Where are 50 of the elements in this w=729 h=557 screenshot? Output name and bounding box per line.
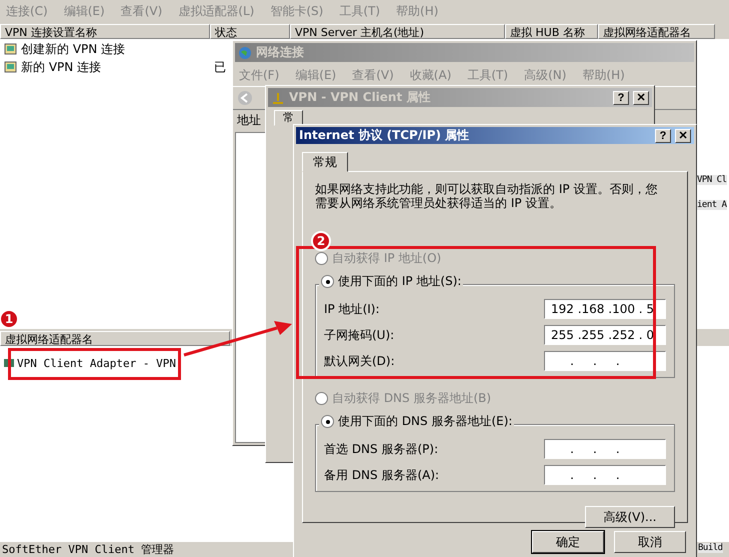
dialog-title: Internet 协议 (TCP/IP) 属性 xyxy=(299,127,470,144)
radio-button[interactable] xyxy=(315,252,328,265)
connection-name[interactable]: 新的 VPN 连接 xyxy=(21,58,102,76)
radio-button[interactable] xyxy=(321,275,334,288)
description-text: 如果网络支持此功能，则可以获取自动指派的 IP 设置。否则，您需要从网络系统管理员处获得适当的 IP 设置。 xyxy=(315,182,658,210)
dialog-title: VPN - VPN Client 属性 xyxy=(289,89,432,106)
window-title: 网络连接 xyxy=(256,44,305,61)
address-label: 地址 xyxy=(237,112,261,128)
field-label: 首选 DNS 服务器(P): xyxy=(324,440,438,458)
help-button[interactable]: ? xyxy=(613,90,629,104)
ip-address-field[interactable]: 255 .255 .252 . 0 xyxy=(544,325,666,345)
close-button[interactable]: ✕ xyxy=(675,128,691,142)
column-header[interactable]: 虚拟 HUB 名称 xyxy=(505,24,598,39)
column-header[interactable]: VPN Server 主机名(地址) xyxy=(290,24,505,39)
field-label: IP 地址(I): xyxy=(324,300,380,318)
build-text: Build xyxy=(698,543,723,553)
ip-address-field[interactable]: . . . xyxy=(544,351,666,371)
advanced-button[interactable]: 高级(V)... xyxy=(585,506,675,528)
status-bar-text: SoftEther VPN Client 管理器 xyxy=(2,542,174,557)
network-icon xyxy=(271,90,285,104)
column-header[interactable]: 虚拟网络适配器名 xyxy=(0,331,230,346)
connection-name[interactable]: 创建新的 VPN 连接 xyxy=(21,40,126,58)
tab[interactable]: 常规 xyxy=(302,152,348,172)
ip-address-field[interactable]: 192 .168 .100 . 5 xyxy=(544,299,666,319)
radio-button[interactable] xyxy=(315,392,328,405)
radio-label: 自动获得 IP 地址(O) xyxy=(332,250,442,267)
column-header[interactable]: 状态 xyxy=(210,24,290,39)
status-text: 已 xyxy=(214,58,226,76)
back-icon xyxy=(237,90,253,106)
close-button[interactable]: ✕ xyxy=(633,90,649,104)
ip-address-field[interactable]: . . . xyxy=(544,465,666,485)
list-text: VPN Cl xyxy=(697,175,727,185)
ok-button[interactable]: 确定 xyxy=(532,531,604,553)
column-header[interactable]: VPN 连接设置名称 xyxy=(0,24,210,39)
connection-icon xyxy=(4,60,18,74)
cancel-button[interactable]: 取消 xyxy=(614,531,686,553)
column-header[interactable]: 虚拟网络适配器名 xyxy=(598,24,715,39)
radio-label: 使用下面的 DNS 服务器地址(E): xyxy=(338,413,512,430)
field-label: 备用 DNS 服务器(A): xyxy=(324,466,440,484)
radio-label: 使用下面的 IP 地址(S): xyxy=(338,273,462,290)
globe-icon xyxy=(238,46,252,60)
radio-button[interactable] xyxy=(321,415,334,428)
field-label: 默认网关(D): xyxy=(324,352,395,370)
field-label: 子网掩码(U): xyxy=(324,326,394,344)
radio-label: 自动获得 DNS 服务器地址(B) xyxy=(332,390,492,407)
ip-address-field[interactable]: . . . xyxy=(544,439,666,459)
help-button[interactable]: ? xyxy=(655,128,671,142)
adapter-name[interactable]: VPN Client Adapter - VPN xyxy=(17,356,176,370)
list-text: ient A xyxy=(697,200,727,210)
connection-icon xyxy=(4,42,18,56)
